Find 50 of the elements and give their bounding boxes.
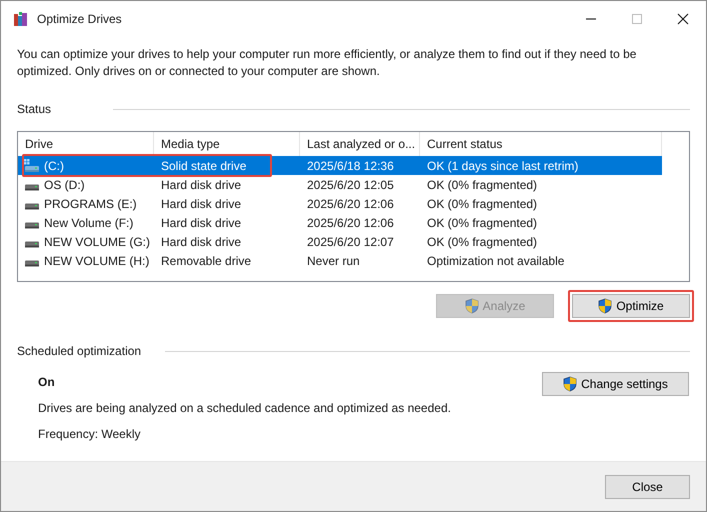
table-cell-text: OK (1 days since last retrim) [426, 158, 580, 174]
drive-icon [24, 222, 40, 228]
change-settings-button[interactable]: Change settings [542, 372, 689, 396]
shield-icon [598, 298, 612, 314]
description: You can optimize your drives to help your computer run more efficiently, or analyze them to find out if they need to be optimized. Only drives on or connected to your computer are shown. [16, 46, 638, 80]
drive-name: NEW VOLUME (G:) [44, 234, 150, 250]
drive-row[interactable]: NEW VOLUME (G:) Hard disk drive 2025/6/20 12:07 OK (0% fragmented) [18, 232, 662, 251]
drive-row[interactable]: PROGRAMS (E:) Hard disk drive 2025/6/20 12:06 OK (0% fragmented) [18, 194, 662, 213]
system-drive-icon [24, 158, 40, 172]
section-heading: Status [17, 101, 52, 118]
close-button[interactable]: Close [605, 474, 690, 498]
table-cell-text: 2025/6/20 12:06 [306, 196, 395, 212]
table-cell-text: OK (0% fragmented) [426, 214, 538, 232]
table-cell-text: Optimization not available [426, 252, 566, 270]
table-cell-text: Hard disk drive [160, 196, 242, 212]
drive-name: PROGRAMS (E:) [44, 196, 137, 212]
schedule-note: Drives are being analyzed on a scheduled cadence and optimized as needed. [38, 400, 451, 417]
table-cell-text: 2025/6/20 12:06 [306, 214, 395, 232]
frequency-label: Frequency: Weekly [38, 426, 142, 443]
schedule-state: On [38, 374, 56, 391]
table-cell-text: Hard disk drive [160, 176, 242, 194]
drive-icon [24, 202, 40, 210]
window-title: Optimize Drives [37, 11, 122, 28]
drive-icon [24, 184, 40, 190]
table-cell-text: Hard disk drive [160, 234, 242, 250]
drive-row[interactable]: New Volume (F:) Hard disk drive 2025/6/20 12:06 OK (0% fragmented) [18, 213, 662, 232]
drive-name: OS (D:) [44, 176, 85, 194]
drive-name: NEW VOLUME (H:) [44, 252, 150, 270]
shield-icon [563, 376, 578, 392]
drive-row[interactable]: NEW VOLUME (H:) Removable drive Never run Optimization not available [18, 251, 662, 270]
drive-name: (C:) [44, 158, 64, 174]
drive-row[interactable]: (C:) Solid state drive 2025/6/18 12:36 OK (1 days since last retrim) [18, 156, 662, 175]
table-cell-text: OK (0% fragmented) [426, 234, 538, 250]
table-cell-text: Solid state drive [160, 158, 248, 174]
app-icon [13, 11, 29, 27]
shield-icon [464, 298, 479, 314]
table-cell-text: OK (0% fragmented) [426, 176, 538, 194]
drive-row[interactable]: OS (D:) Hard disk drive 2025/6/20 12:05 OK (0% fragmented) [18, 175, 662, 194]
table-cell-text: Never run [306, 252, 361, 270]
table-cell-text: 2025/6/20 12:05 [306, 176, 395, 194]
table-cell-text: Removable drive [160, 252, 252, 270]
optimize-button[interactable]: Optimize [572, 294, 690, 318]
section-heading: Scheduled optimization [17, 343, 142, 360]
table-cell-text: 2025/6/18 12:36 [306, 158, 395, 174]
drive-name: New Volume (F:) [44, 214, 134, 232]
drive-icon [24, 240, 40, 248]
drive-icon [24, 260, 40, 266]
table-cell-text: 2025/6/20 12:07 [306, 234, 395, 250]
table-cell-text: Hard disk drive [160, 214, 242, 232]
table-cell-text: OK (0% fragmented) [426, 196, 538, 212]
